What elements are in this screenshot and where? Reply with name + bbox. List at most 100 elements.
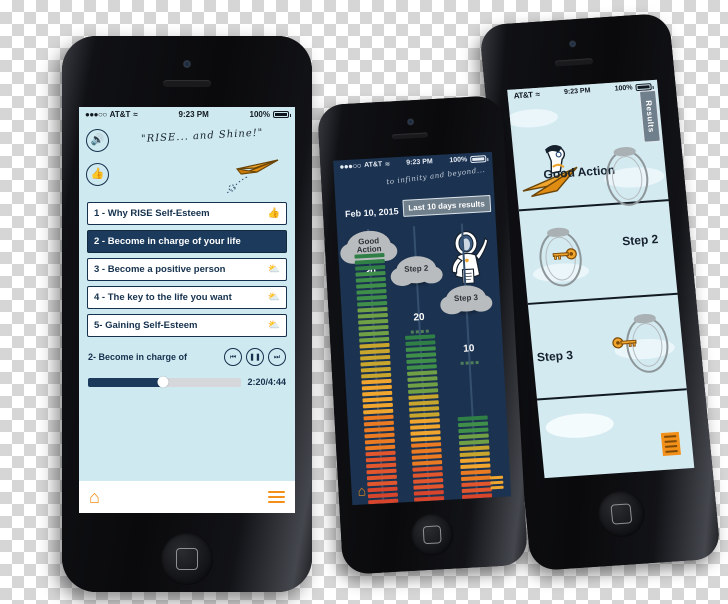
chart-bar-segment: [366, 462, 397, 469]
download-cloud-icon[interactable]: ⛅: [268, 292, 280, 303]
chart-bar-segment: [359, 342, 390, 349]
phone3-battery-percent: 100%: [614, 84, 633, 93]
chart-bar-segment: [359, 336, 390, 343]
chart-bar-segment: [461, 481, 492, 488]
chart-bar-segment: [413, 478, 444, 484]
chart-bar-segment: [357, 306, 388, 313]
chart-bar-segment: [408, 388, 439, 394]
chart-bar-segment: [409, 406, 440, 412]
chart-bar-segment: [365, 444, 396, 451]
chart-category-label-2: Step 3: [453, 292, 479, 303]
chart-bar-segment: [359, 348, 390, 355]
chart-column-good-action: Good Action 30: [346, 228, 399, 505]
chart-bar-segment: [459, 451, 490, 458]
hamburger-menu-icon[interactable]: [268, 490, 285, 504]
chart-column-step-2: Step 2 20: [395, 225, 445, 502]
phone1-home-button[interactable]: [161, 533, 213, 585]
home-icon[interactable]: ⌂: [89, 488, 100, 506]
chart-bar-segment: [410, 436, 441, 442]
chart-bar-segment: [460, 469, 491, 476]
phone3-row-good-action[interactable]: Good Action: [508, 97, 669, 212]
pause-button[interactable]: ❚❚: [246, 348, 264, 366]
speaker-icon[interactable]: 🔊: [86, 129, 109, 152]
chart-bar-segment: [413, 484, 444, 490]
paper-plane-icon: [235, 159, 279, 175]
chart-bar-segment: [413, 490, 444, 496]
chart-bar-segment: [358, 324, 389, 331]
chart-bar-segment: [356, 294, 387, 301]
last-10-days-results-button[interactable]: Last 10 days results: [401, 194, 492, 217]
chart-bar-segment: [361, 372, 392, 379]
download-cloud-icon[interactable]: ⛅: [268, 320, 280, 331]
chart-bar-segment: [408, 400, 439, 406]
chart-bar-segment: [360, 360, 391, 367]
phone1-side-actions: 🔊 👍: [86, 129, 109, 186]
chart-bar-segment: [356, 288, 387, 295]
chart-bar-segment: [461, 487, 492, 494]
list-item[interactable]: 2 - Become in charge of your life: [87, 230, 287, 253]
list-item[interactable]: 1 - Why RISE Self-Esteem 👍: [87, 202, 287, 225]
phone2-date-label: Feb 10, 2015: [344, 206, 399, 220]
chart-bar-segment: [358, 330, 389, 337]
wifi-icon: ≈: [133, 110, 138, 119]
phone3-row-label-1: Step 2: [621, 231, 659, 249]
thumbs-up-icon[interactable]: 👍: [86, 163, 109, 186]
phone1-clock: 9:23 PM: [178, 110, 209, 119]
results-bar-chart: Good Action 30 Step 2 20: [337, 222, 511, 505]
signal-strength-icon: ●●●○○: [339, 161, 362, 172]
chart-bar-segment: [365, 450, 396, 457]
progress-row: 2:20/4:44: [88, 376, 286, 388]
chart-bar-segment: [405, 340, 436, 346]
phone2-home-button[interactable]: ⌂: [357, 482, 366, 498]
ring-hoop-icon: [603, 148, 651, 208]
chart-bar-segment: [354, 253, 385, 259]
phone3-menu-button[interactable]: [660, 431, 681, 457]
thumbs-up-icon[interactable]: 👍: [268, 208, 280, 219]
phone3-row-step-3[interactable]: Step 3: [527, 294, 687, 401]
phone1-camera-icon: [184, 61, 190, 67]
phone1-screen: ●●●○○ AT&T ≈ 9:23 PM 100% 🔊 👍 "RISE... a…: [79, 107, 295, 513]
next-track-button[interactable]: ⏭: [268, 348, 286, 366]
signal-strength-icon: ●●●○○: [85, 110, 107, 119]
chart-bar-segment: [364, 438, 395, 445]
download-cloud-icon[interactable]: ⛅: [268, 264, 280, 275]
phone2-clock: 9:23 PM: [406, 158, 433, 167]
chart-bar-segment: [364, 426, 395, 433]
chart-bar-segment: [408, 394, 439, 400]
lesson-label-4: 5- Gaining Self-Esteem: [94, 320, 198, 331]
phone2-screen: ●●●○○ AT&T ≈ 9:23 PM 100% to infinity an…: [333, 151, 512, 506]
chart-bar-segment: [362, 396, 393, 403]
chart-bar-segment: [362, 402, 393, 409]
chart-category-label-0: Good Action: [356, 235, 382, 255]
phone3-row-label-2: Step 3: [536, 347, 574, 365]
chart-bar-segment: [363, 408, 394, 415]
phone2-menu-button[interactable]: [490, 475, 504, 490]
progress-scrubber[interactable]: [88, 376, 242, 388]
list-item[interactable]: 5- Gaining Self-Esteem ⛅: [87, 314, 287, 337]
key-icon: [612, 337, 637, 349]
chart-bar-segment: [407, 370, 438, 376]
chart-bars-0: [354, 253, 399, 505]
phone2-carrier: AT&T: [363, 160, 383, 169]
previous-track-button[interactable]: ⏮: [224, 348, 242, 366]
phone3-row-step-2[interactable]: Step 2: [518, 201, 678, 305]
phone1-status-bar: ●●●○○ AT&T ≈ 9:23 PM 100%: [79, 107, 295, 122]
plane-trail-icon: [224, 176, 248, 195]
phone2-battery-percent: 100%: [449, 156, 468, 165]
chart-bar-segment: [356, 282, 387, 289]
chart-bar-segment: [364, 432, 395, 439]
transport-controls: ⏮ ❚❚ ⏭: [224, 348, 286, 366]
progress-knob[interactable]: [157, 376, 169, 388]
chart-bar-segment: [458, 427, 489, 434]
chart-bar-segment: [459, 445, 490, 452]
chart-bar-segment: [410, 424, 441, 430]
chart-bar-segment: [411, 454, 442, 460]
list-item[interactable]: 3 - Become a positive person ⛅: [87, 258, 287, 281]
chart-bar-segment: [411, 448, 442, 454]
chart-bar-segment: [460, 475, 492, 482]
audio-player: 2- Become in charge of ⏮ ❚❚ ⏭ 2:20/4:44: [79, 342, 295, 388]
phone1-hero-header: 🔊 👍 "RISE... and Shine!": [79, 122, 295, 201]
list-item[interactable]: 4 - The key to the life you want ⛅: [87, 286, 287, 309]
chart-tick-dashes: [410, 329, 429, 334]
chart-bar-segment: [458, 433, 489, 440]
